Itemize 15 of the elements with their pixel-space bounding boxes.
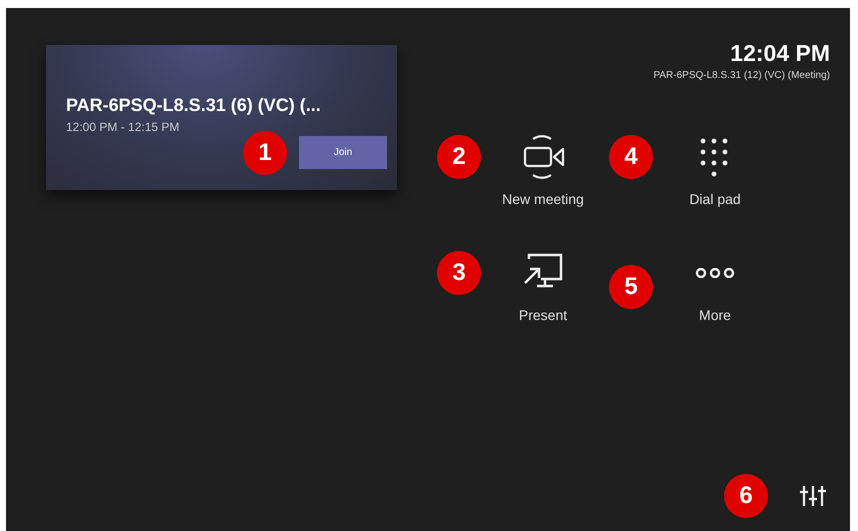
join-button[interactable]: Join — [299, 136, 387, 169]
action-label[interactable]: Present — [518, 307, 568, 323]
callout-number: 4 — [609, 135, 653, 179]
action-label[interactable]: More — [699, 307, 731, 323]
action-label[interactable]: Dial pad — [689, 191, 741, 207]
callout-number: 3 — [437, 251, 481, 295]
clock-time: 12:04 PM — [729, 40, 830, 67]
settings-sliders-icon[interactable] — [800, 483, 826, 509]
callout-number: 6 — [724, 474, 768, 518]
meeting-time: 12:00 PM - 12:15 PM — [66, 120, 180, 134]
callout-number: 2 — [437, 135, 481, 179]
action-label[interactable]: New meeting — [502, 191, 584, 207]
callout-number: 5 — [609, 265, 653, 309]
room-name: PAR-6PSQ-L8.S.31 (12) (VC) (Meeting) — [652, 70, 830, 81]
meeting-title: PAR-6PSQ-L8.S.31 (6) (VC) (... — [66, 95, 322, 116]
